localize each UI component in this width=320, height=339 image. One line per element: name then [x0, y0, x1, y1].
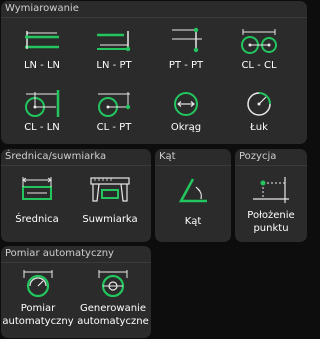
panel-title: Średnica/suwmiarka	[5, 151, 107, 162]
caliper-icon	[90, 177, 130, 202]
tool-label: Kąt	[184, 216, 202, 227]
tool-generowanie-automatyczne[interactable]: Generowanie automatyczne	[77, 268, 149, 328]
panel-title: Wymiarowanie	[5, 3, 79, 14]
tool-srednica[interactable]: Średnica	[7, 173, 67, 226]
diameter-icon	[22, 177, 52, 200]
arc-icon	[247, 92, 271, 116]
divider	[235, 165, 307, 166]
tool-label: LN - PT	[96, 60, 132, 71]
panel-pozycja: Pozycja Położenie punktu	[235, 149, 307, 242]
tool-cl-cl[interactable]: CL - CL	[233, 25, 285, 72]
point-position-icon	[253, 177, 289, 203]
tool-pt-pt[interactable]: PT - PT	[160, 25, 212, 72]
panel-srednica: Średnica/suwmiarka Średnica Suwmiarka	[1, 149, 151, 242]
tool-kat[interactable]: Kąt	[163, 173, 223, 228]
tool-ln-pt[interactable]: LN - PT	[88, 25, 140, 72]
circle-to-circle-icon	[241, 29, 277, 54]
tool-okrag[interactable]: Okrąg	[160, 87, 212, 134]
auto-generate-icon	[98, 270, 128, 298]
point-to-point-icon	[172, 27, 202, 53]
divider	[1, 17, 307, 18]
panel-kat: Kąt Kąt	[155, 149, 231, 242]
tool-suwmiarka[interactable]: Suwmiarka	[79, 173, 141, 226]
divider	[1, 262, 151, 263]
divider	[155, 165, 231, 166]
tool-label: CL - LN	[24, 122, 60, 133]
tool-label-line1: Położenie	[247, 210, 295, 221]
line-to-point-icon	[97, 31, 131, 52]
tool-label: Łuk	[250, 122, 268, 133]
tool-polozenie-punktu[interactable]: Położenie punktu	[239, 173, 303, 235]
panel-title: Pomiar automatyczny	[5, 248, 114, 259]
tool-luk[interactable]: Łuk	[233, 87, 285, 134]
circle-to-line-icon	[25, 90, 60, 117]
circle-to-point-icon	[98, 92, 131, 117]
panel-title: Pozycja	[239, 151, 277, 162]
divider	[1, 165, 151, 166]
tool-label: CL - PT	[96, 122, 132, 133]
tool-label-line2: automatyczny	[2, 316, 74, 327]
panel-pomiar-automatyczny: Pomiar automatyczny Pomiar automatyczny …	[1, 246, 151, 338]
tool-label: Suwmiarka	[82, 214, 138, 225]
tool-pomiar-automatyczny[interactable]: Pomiar automatyczny	[2, 268, 74, 328]
tool-label-line2: punktu	[253, 223, 289, 234]
tool-label: LN - LN	[23, 60, 61, 71]
tool-label: Średnica	[15, 214, 59, 225]
panel-title: Kąt	[159, 151, 176, 162]
tool-label-line1: Pomiar	[20, 303, 56, 314]
tool-label-line2: automatyczne	[77, 316, 149, 327]
circle-icon	[174, 92, 198, 116]
panel-wymiarowanie: Wymiarowanie LN - LN LN - PT PT - PT CL …	[1, 1, 307, 144]
angle-icon	[178, 178, 207, 203]
tool-label-line1: Generowanie	[80, 303, 146, 314]
line-to-line-icon	[25, 31, 59, 49]
tool-label: Okrąg	[170, 122, 202, 133]
auto-measure-icon	[23, 270, 53, 298]
tool-label: CL - CL	[241, 60, 277, 71]
tool-label: PT - PT	[168, 60, 204, 71]
tool-ln-ln[interactable]: LN - LN	[16, 25, 68, 72]
tool-cl-pt[interactable]: CL - PT	[88, 87, 140, 134]
tool-cl-ln[interactable]: CL - LN	[16, 87, 68, 134]
